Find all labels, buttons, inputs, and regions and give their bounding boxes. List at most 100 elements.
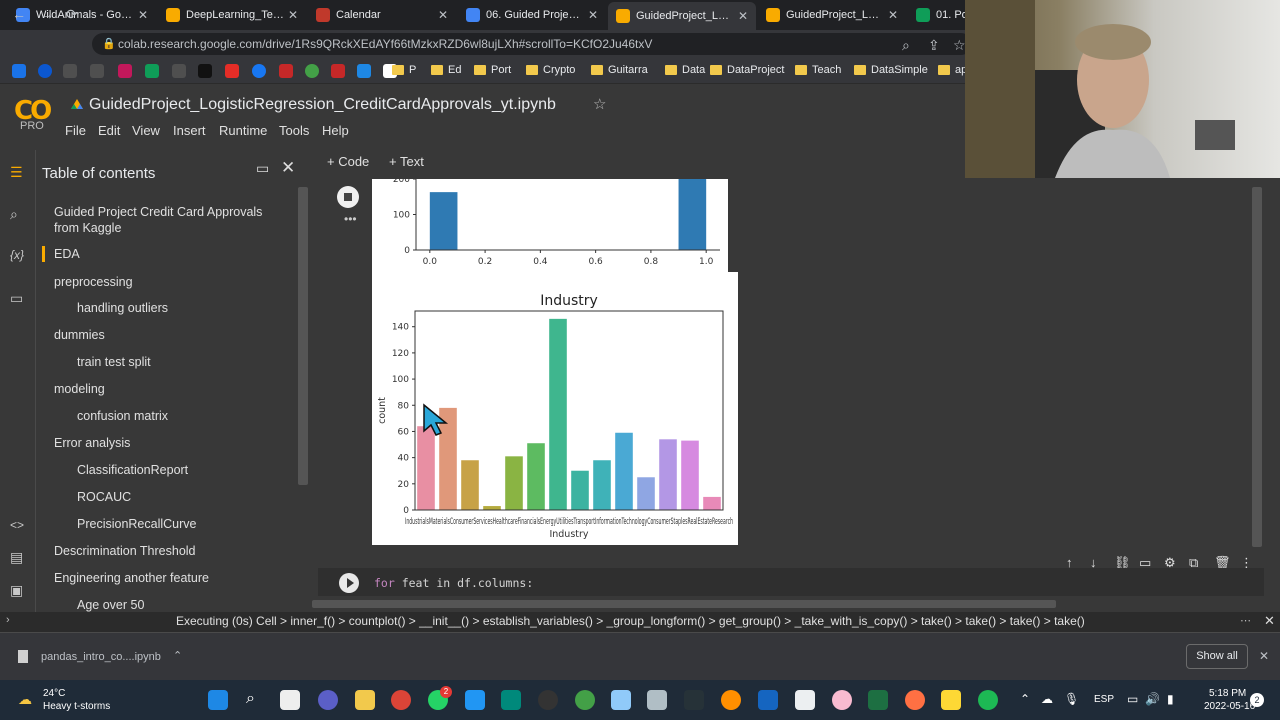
- stop-execution-button[interactable]: [337, 186, 359, 208]
- forward-icon[interactable]: →: [40, 6, 54, 22]
- bookmark-folder[interactable]: Crypto: [526, 64, 575, 76]
- task-view-icon[interactable]: [280, 690, 300, 710]
- notebook-scrollbar[interactable]: [1252, 187, 1262, 547]
- bookmark-site-icon[interactable]: [331, 64, 345, 78]
- chrome-icon[interactable]: [391, 690, 411, 710]
- bookmark-apps-icon[interactable]: [12, 64, 26, 78]
- toc-item[interactable]: Descrimination Threshold: [54, 543, 289, 559]
- add-code-button[interactable]: + Code: [327, 154, 369, 169]
- menu-runtime[interactable]: Runtime: [219, 123, 267, 138]
- reload-icon[interactable]: ⟳: [66, 6, 78, 23]
- bookmark-site-icon[interactable]: [357, 64, 371, 78]
- bookmark-star-icon[interactable]: ☆: [953, 37, 966, 54]
- variables-icon[interactable]: {x}: [10, 248, 24, 262]
- bookmark-folder[interactable]: Guitarra: [591, 64, 648, 76]
- bookmark-site-icon[interactable]: [172, 64, 186, 78]
- toc-item[interactable]: PrecisionRecallCurve: [77, 516, 292, 532]
- close-downloads-icon[interactable]: ✕: [1259, 649, 1269, 663]
- app-icon[interactable]: [832, 690, 852, 710]
- toc-item[interactable]: handling outliers: [77, 300, 292, 316]
- toc-item[interactable]: EDA: [54, 246, 289, 262]
- battery-icon[interactable]: ▮: [1167, 692, 1174, 706]
- toc-item[interactable]: dummies: [54, 327, 289, 343]
- spotify-icon[interactable]: [978, 690, 998, 710]
- app-icon[interactable]: [758, 690, 778, 710]
- search-taskbar-icon[interactable]: ⌕: [246, 690, 255, 708]
- clock-date[interactable]: 2022-05-16: [1204, 701, 1255, 712]
- folder-icon[interactable]: ▭: [10, 290, 23, 307]
- app-icon[interactable]: [647, 690, 667, 710]
- volume-icon[interactable]: 🔊: [1145, 692, 1160, 706]
- excel-icon[interactable]: [868, 690, 888, 710]
- bookmark-folder[interactable]: DataSimple: [854, 64, 928, 76]
- menu-view[interactable]: View: [132, 123, 160, 138]
- download-filename[interactable]: pandas_intro_co....ipynb: [41, 651, 161, 663]
- horizontal-scrollbar[interactable]: [312, 600, 1056, 608]
- calculator-icon[interactable]: [795, 690, 815, 710]
- code-snippets-icon[interactable]: <>: [10, 518, 24, 532]
- open-in-tab-icon[interactable]: ▭: [256, 160, 269, 177]
- microphone-icon[interactable]: 🎙: [1064, 692, 1079, 706]
- menu-edit[interactable]: Edit: [98, 123, 120, 138]
- bookmark-folder[interactable]: Port: [474, 64, 511, 76]
- language-indicator[interactable]: ESP: [1094, 694, 1114, 705]
- app-icon[interactable]: [611, 690, 631, 710]
- bookmark-site-icon[interactable]: [279, 64, 293, 78]
- drive-icon[interactable]: [70, 98, 84, 112]
- toc-item[interactable]: Guided Project Credit Card Approvals fro…: [54, 204, 289, 236]
- bookmark-site-icon[interactable]: [305, 64, 319, 78]
- code-line[interactable]: for feat in df.columns:: [374, 576, 533, 590]
- browser-tab[interactable]: WildAnimals - Google ✕: [8, 4, 156, 26]
- app-icon[interactable]: [575, 690, 595, 710]
- toc-scrollbar[interactable]: [298, 187, 308, 485]
- chevron-up-icon[interactable]: ⌃: [1020, 692, 1030, 706]
- bookmark-site-icon[interactable]: [90, 64, 104, 78]
- add-text-button[interactable]: + Text: [389, 154, 424, 169]
- command-palette-icon[interactable]: ▤: [10, 549, 23, 566]
- bookmark-folder[interactable]: Teach: [795, 64, 841, 76]
- cloud-icon[interactable]: ☁: [1041, 692, 1053, 706]
- expand-icon[interactable]: ›: [6, 614, 10, 626]
- more-horiz-icon[interactable]: ⋯: [1240, 614, 1251, 627]
- teams-icon[interactable]: [318, 690, 338, 710]
- bookmark-site-icon[interactable]: [198, 64, 212, 78]
- close-status-icon[interactable]: ✕: [1264, 613, 1275, 629]
- toc-item[interactable]: ClassificationReport: [77, 462, 292, 478]
- chevron-up-icon[interactable]: ⌃: [173, 649, 182, 662]
- clock-time[interactable]: 5:18 PM: [1209, 688, 1246, 699]
- tab-close-icon[interactable]: ✕: [588, 8, 598, 22]
- app-icon[interactable]: [721, 690, 741, 710]
- menu-insert[interactable]: Insert: [173, 123, 206, 138]
- start-windows-icon[interactable]: [208, 690, 228, 710]
- bookmark-folder[interactable]: Ed: [431, 64, 461, 76]
- browser-tab[interactable]: GuidedProject_Logisti ✕: [758, 4, 906, 26]
- bookmark-folder[interactable]: P: [392, 64, 416, 76]
- bookmark-folder[interactable]: ap: [938, 64, 967, 76]
- toc-item[interactable]: Engineering another feature: [54, 570, 289, 586]
- explorer-icon[interactable]: [355, 690, 375, 710]
- bookmark-site-icon[interactable]: [145, 64, 159, 78]
- bookmark-folder[interactable]: DataProject: [710, 64, 784, 76]
- browser-tab[interactable]: DeepLearning_Tensor ✕: [158, 4, 306, 26]
- toc-item[interactable]: Age over 50: [77, 597, 292, 613]
- monitor-icon[interactable]: ▭: [1127, 692, 1138, 706]
- app-icon[interactable]: [538, 690, 558, 710]
- menu-help[interactable]: Help: [322, 123, 349, 138]
- back-icon[interactable]: ←: [12, 6, 26, 22]
- cell-more-icon[interactable]: •••: [344, 212, 357, 226]
- bookmark-site-icon[interactable]: [38, 64, 52, 78]
- url-bar[interactable]: 🔒 colab.research.google.com/drive/1Rs9QR…: [92, 33, 972, 55]
- browser-tab[interactable]: 06. Guided Project Lo ✕: [458, 4, 606, 26]
- bookmark-folder[interactable]: Data: [665, 64, 705, 76]
- toc-item[interactable]: confusion matrix: [77, 408, 292, 424]
- sticky-notes-icon[interactable]: [941, 690, 961, 710]
- show-all-button[interactable]: Show all: [1186, 644, 1248, 669]
- weather-icon[interactable]: ☁: [18, 691, 32, 708]
- terminal-icon[interactable]: ▣: [10, 582, 23, 599]
- star-icon[interactable]: ☆: [593, 95, 606, 113]
- toc-item[interactable]: train test split: [77, 354, 292, 370]
- bookmark-site-icon[interactable]: [63, 64, 77, 78]
- close-icon[interactable]: ✕: [281, 158, 295, 178]
- browser-tab[interactable]: Calendar ✕: [308, 4, 456, 26]
- bookmark-site-icon[interactable]: [118, 64, 132, 78]
